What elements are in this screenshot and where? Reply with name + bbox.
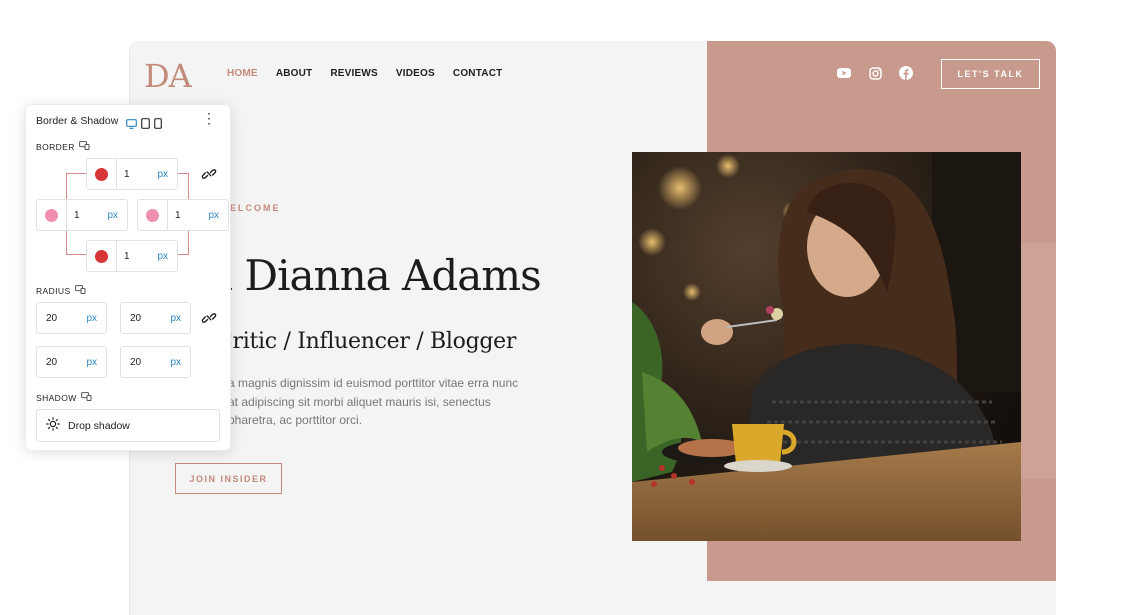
mobile-icon[interactable] <box>154 116 162 134</box>
border-left-color-swatch[interactable] <box>45 208 58 222</box>
nav-home[interactable]: HOME <box>227 68 258 79</box>
site-logo[interactable]: DA <box>144 57 192 95</box>
radius-top-right-unit[interactable]: px <box>170 313 190 324</box>
border-right-color-swatch[interactable] <box>146 208 159 222</box>
nav-videos[interactable]: VIDEOS <box>396 68 435 79</box>
nav-about[interactable]: ABOUT <box>276 68 313 79</box>
unlink-icon[interactable] <box>201 166 217 182</box>
facebook-icon[interactable] <box>899 66 913 80</box>
youtube-icon[interactable] <box>837 66 851 80</box>
radius-bottom-left-unit[interactable]: px <box>86 357 106 368</box>
border-bottom-color-swatch[interactable] <box>95 249 108 263</box>
canvas: DA HOME ABOUT REVIEWS VIDEOS CONTACT LET… <box>0 0 1121 615</box>
responsive-icon[interactable] <box>74 285 86 296</box>
border-top-color-swatch[interactable] <box>95 167 108 181</box>
responsive-icon[interactable] <box>80 392 92 403</box>
radius-top-right-value[interactable]: 20 <box>121 313 170 324</box>
radius-top-right-field[interactable]: 20 px <box>120 302 191 334</box>
drop-shadow-button[interactable]: Drop shadow <box>36 409 220 442</box>
radius-bottom-right-value[interactable]: 20 <box>121 357 170 368</box>
radius-label: RADIUS <box>36 285 86 296</box>
border-left-field[interactable]: 1 px <box>36 199 128 231</box>
nav-reviews[interactable]: REVIEWS <box>330 68 378 79</box>
border-top-value[interactable]: 1 <box>117 169 157 180</box>
welcome-eyebrow: ELCOME <box>230 203 281 213</box>
border-top-field[interactable]: 1 px <box>86 158 178 190</box>
main-nav: HOME ABOUT REVIEWS VIDEOS CONTACT <box>227 68 502 79</box>
hero-paragraph: a magnis dignissim id euismod porttitor … <box>228 376 519 427</box>
social-links <box>837 66 913 80</box>
radius-top-left-field[interactable]: 20 px <box>36 302 107 334</box>
unlink-icon[interactable] <box>201 310 217 326</box>
radius-top-left-unit[interactable]: px <box>86 313 106 324</box>
radius-bottom-left-field[interactable]: 20 px <box>36 346 107 378</box>
tablet-icon[interactable] <box>141 116 150 134</box>
radius-bottom-right-field[interactable]: 20 px <box>120 346 191 378</box>
hero-headline: n Dianna Adams <box>206 251 542 300</box>
hero-subline: Critic / Influencer / Blogger <box>216 329 517 354</box>
more-options-icon[interactable]: ⋮ <box>202 111 216 125</box>
shadow-label: SHADOW <box>36 392 92 403</box>
radius-bottom-left-value[interactable]: 20 <box>37 357 86 368</box>
instagram-icon[interactable] <box>868 66 882 80</box>
nav-contact[interactable]: CONTACT <box>453 68 503 79</box>
border-top-unit[interactable]: px <box>157 169 177 180</box>
border-bottom-field[interactable]: 1 px <box>86 240 178 272</box>
drop-shadow-label: Drop shadow <box>68 419 130 432</box>
lets-talk-button[interactable]: LET'S TALK <box>941 59 1040 89</box>
desktop-icon[interactable] <box>126 116 137 134</box>
device-switcher <box>126 116 162 134</box>
border-bottom-unit[interactable]: px <box>157 251 177 262</box>
border-right-unit[interactable]: px <box>208 210 228 221</box>
radius-bottom-right-unit[interactable]: px <box>170 357 190 368</box>
border-label: BORDER <box>36 141 90 152</box>
border-shadow-panel: Border & Shadow ⋮ BORDER 1 px 1 px 1 px … <box>25 104 231 451</box>
border-left-unit[interactable]: px <box>107 210 127 221</box>
border-left-value[interactable]: 1 <box>67 210 107 221</box>
border-right-field[interactable]: 1 px <box>137 199 229 231</box>
website-preview: DA HOME ABOUT REVIEWS VIDEOS CONTACT LET… <box>129 41 1056 615</box>
responsive-icon[interactable] <box>78 141 90 152</box>
sun-icon <box>46 417 60 434</box>
hero-photo <box>632 152 1021 541</box>
radius-top-left-value[interactable]: 20 <box>37 313 86 324</box>
join-insider-button[interactable]: JOIN INSIDER <box>175 463 282 494</box>
panel-title: Border & Shadow <box>36 115 119 127</box>
border-bottom-value[interactable]: 1 <box>117 251 157 262</box>
border-right-value[interactable]: 1 <box>168 210 208 221</box>
